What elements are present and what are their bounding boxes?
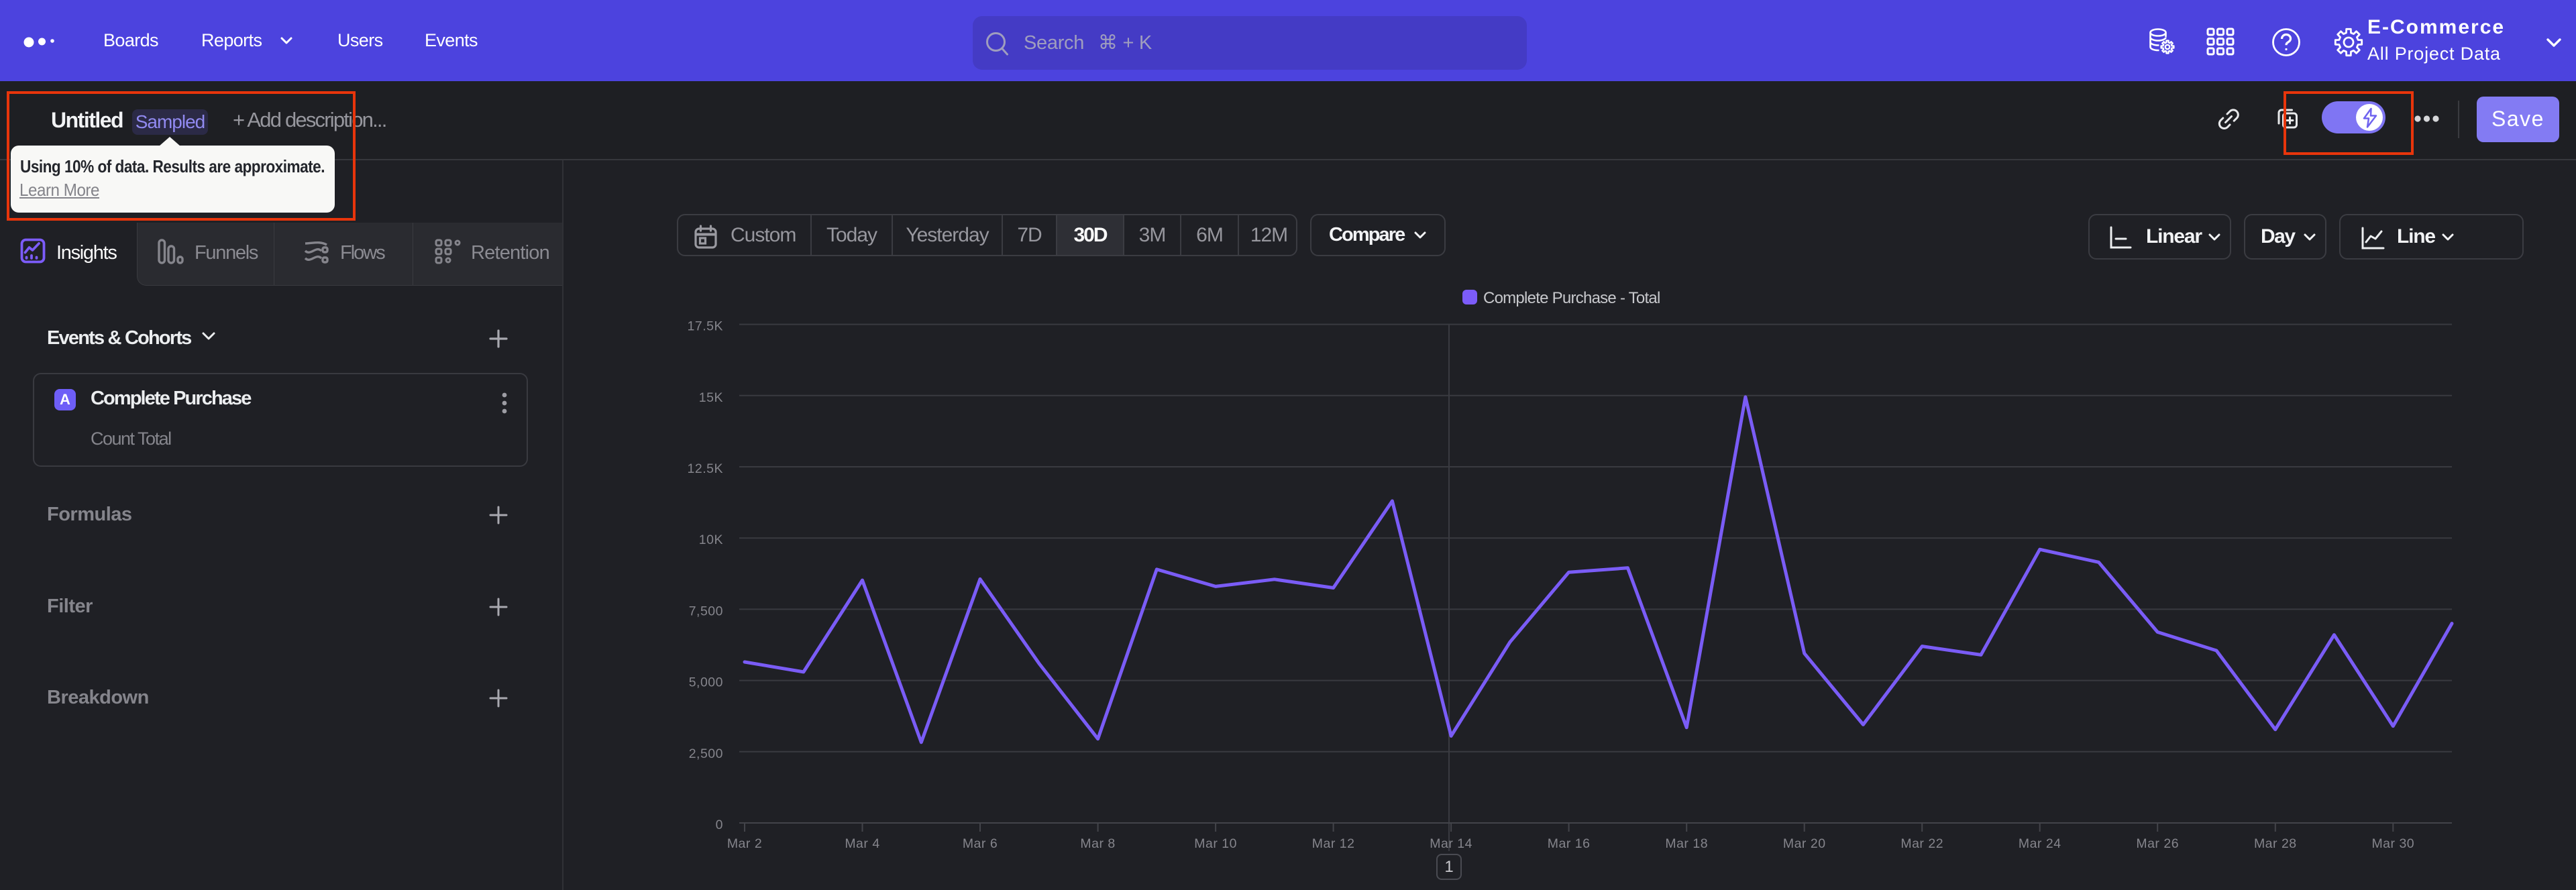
svg-text:Mar 22: Mar 22 — [1900, 836, 1943, 851]
svg-text:2,500: 2,500 — [689, 746, 723, 761]
svg-text:17.5K: 17.5K — [688, 319, 723, 334]
svg-text:1: 1 — [1444, 858, 1453, 876]
svg-text:7,500: 7,500 — [689, 604, 723, 618]
svg-text:Mar 2: Mar 2 — [727, 836, 762, 851]
svg-text:Mar 28: Mar 28 — [2254, 836, 2297, 851]
svg-text:Mar 16: Mar 16 — [1548, 836, 1591, 851]
svg-text:Mar 8: Mar 8 — [1080, 836, 1115, 851]
svg-text:5,000: 5,000 — [689, 675, 723, 690]
svg-text:Mar 20: Mar 20 — [1783, 836, 1826, 851]
svg-text:Mar 26: Mar 26 — [2136, 836, 2179, 851]
svg-text:Mar 14: Mar 14 — [1430, 836, 1472, 851]
svg-text:Mar 12: Mar 12 — [1312, 836, 1355, 851]
svg-text:Mar 30: Mar 30 — [2371, 836, 2414, 851]
svg-text:Mar 10: Mar 10 — [1194, 836, 1237, 851]
svg-text:0: 0 — [716, 818, 723, 832]
svg-text:10K: 10K — [699, 533, 723, 547]
svg-text:12.5K: 12.5K — [688, 461, 723, 476]
svg-text:Mar 18: Mar 18 — [1665, 836, 1708, 851]
svg-text:Mar 4: Mar 4 — [845, 836, 879, 851]
svg-text:Mar 6: Mar 6 — [963, 836, 998, 851]
svg-text:15K: 15K — [699, 390, 723, 405]
svg-text:Mar 24: Mar 24 — [2019, 836, 2061, 851]
